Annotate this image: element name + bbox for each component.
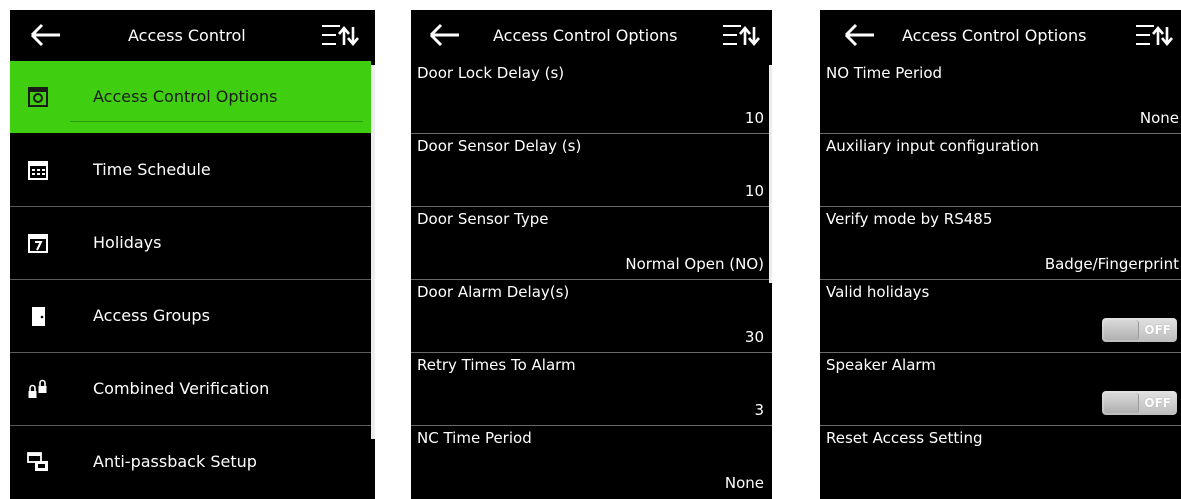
setting-label: Auxiliary input configuration <box>826 137 1040 155</box>
valid-holidays-toggle[interactable]: OFF <box>1102 318 1177 342</box>
back-arrow-icon[interactable] <box>842 21 878 49</box>
setting-label: Speaker Alarm <box>826 356 936 374</box>
page-title: Access Control Options <box>493 26 678 45</box>
holiday-calendar-icon <box>28 234 48 253</box>
setting-value: Normal Open (NO) <box>625 255 764 273</box>
setting-door-alarm-delay[interactable]: Door Alarm Delay(s) 30 <box>411 280 772 353</box>
toggle-state: OFF <box>1144 323 1171 337</box>
setting-label: Door Alarm Delay(s) <box>417 283 570 301</box>
header: Access Control <box>10 10 375 61</box>
access-control-options-screen-2: Access Control Options NO Time Period No… <box>820 10 1181 499</box>
setting-label: Reset Access Setting <box>826 429 983 447</box>
header: Access Control Options <box>411 10 772 61</box>
page-title: Access Control Options <box>902 26 1087 45</box>
setting-label: NO Time Period <box>826 64 943 82</box>
setting-auxiliary-input-configuration[interactable]: Auxiliary input configuration <box>820 134 1181 207</box>
setting-label: Door Sensor Delay (s) <box>417 137 582 155</box>
back-arrow-icon[interactable] <box>427 21 463 49</box>
sort-icon[interactable] <box>320 23 360 49</box>
scrollbar[interactable] <box>769 65 772 283</box>
setting-label: Door Sensor Type <box>417 210 549 228</box>
setting-value: 30 <box>744 328 764 346</box>
setting-value: 10 <box>744 109 764 127</box>
access-control-options-screen: Access Control Options Door Lock Delay (… <box>411 10 772 499</box>
setting-label: Retry Times To Alarm <box>417 356 576 374</box>
setting-value: 3 <box>754 401 764 419</box>
setting-speaker-alarm[interactable]: Speaker Alarm OFF <box>820 353 1181 426</box>
setting-label: Verify mode by RS485 <box>826 210 993 228</box>
page-title: Access Control <box>128 26 246 45</box>
menu-item-label: Time Schedule <box>93 160 211 179</box>
locks-icon <box>28 379 47 398</box>
sort-icon[interactable] <box>1134 23 1174 49</box>
toggle-knob <box>1104 320 1139 340</box>
menu-item-label: Anti-passback Setup <box>93 452 257 471</box>
sort-icon[interactable] <box>721 23 761 49</box>
back-arrow-icon[interactable] <box>28 21 64 49</box>
setting-retry-times-to-alarm[interactable]: Retry Times To Alarm 3 <box>411 353 772 426</box>
menu-item-label: Combined Verification <box>93 379 270 398</box>
menu-item-label: Access Control Options <box>93 87 278 106</box>
setting-door-sensor-type[interactable]: Door Sensor Type Normal Open (NO) <box>411 207 772 280</box>
access-control-screen: Access Control Access Control Options Ti… <box>10 10 375 499</box>
setting-verify-mode-rs485[interactable]: Verify mode by RS485 Badge/Fingerprint <box>820 207 1181 280</box>
setting-value: None <box>1139 109 1179 127</box>
menu-item-holidays[interactable]: Holidays <box>10 207 371 280</box>
setting-value: None <box>724 474 764 492</box>
calendar-icon <box>28 161 48 180</box>
setting-door-sensor-delay[interactable]: Door Sensor Delay (s) 10 <box>411 134 772 207</box>
setting-label: Valid holidays <box>826 283 930 301</box>
settings-list: NO Time Period None Auxiliary input conf… <box>820 61 1181 499</box>
toggle-state: OFF <box>1144 396 1171 410</box>
menu-item-access-groups[interactable]: Access Groups <box>10 280 371 353</box>
door-icon <box>32 307 45 326</box>
menu-item-label: Holidays <box>93 233 162 252</box>
setting-label: Door Lock Delay (s) <box>417 64 565 82</box>
anti-passback-icon <box>27 452 48 471</box>
setting-value: 10 <box>744 182 764 200</box>
setting-no-time-period[interactable]: NO Time Period None <box>820 61 1181 134</box>
scrollbar[interactable] <box>371 65 375 439</box>
setting-value: Badge/Fingerprint <box>1044 255 1179 273</box>
settings-list: Door Lock Delay (s) 10 Door Sensor Delay… <box>411 61 772 499</box>
header: Access Control Options <box>820 10 1181 61</box>
menu-item-time-schedule[interactable]: Time Schedule <box>10 134 371 207</box>
menu-item-anti-passback-setup[interactable]: Anti-passback Setup <box>10 426 371 498</box>
menu-item-label: Access Groups <box>93 306 210 325</box>
menu-item-access-control-options[interactable]: Access Control Options <box>10 61 371 133</box>
toggle-knob <box>1104 393 1139 413</box>
options-icon <box>28 87 48 107</box>
menu-item-combined-verification[interactable]: Combined Verification <box>10 353 371 426</box>
setting-reset-access-setting[interactable]: Reset Access Setting <box>820 426 1181 498</box>
speaker-alarm-toggle[interactable]: OFF <box>1102 391 1177 415</box>
setting-valid-holidays[interactable]: Valid holidays OFF <box>820 280 1181 353</box>
menu-list: Access Control Options Time Schedule Hol… <box>10 61 375 499</box>
setting-label: NC Time Period <box>417 429 532 447</box>
setting-nc-time-period[interactable]: NC Time Period None <box>411 426 772 498</box>
setting-door-lock-delay[interactable]: Door Lock Delay (s) 10 <box>411 61 772 134</box>
